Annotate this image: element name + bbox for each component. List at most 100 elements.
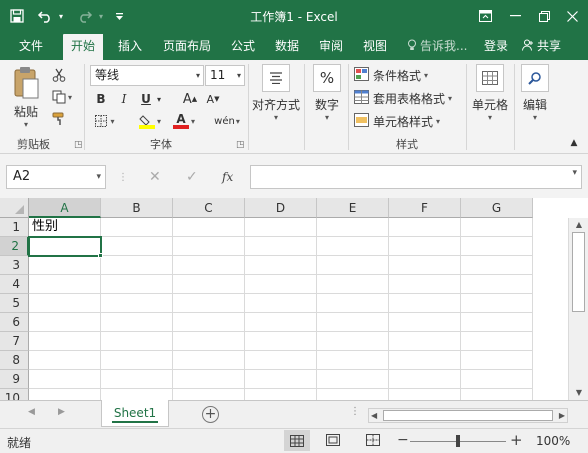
cell-d9[interactable] <box>245 370 317 389</box>
cell-a10[interactable] <box>29 389 101 400</box>
cell-f6[interactable] <box>389 313 461 332</box>
fill-handle[interactable] <box>98 253 103 258</box>
cell-e10[interactable] <box>317 389 389 400</box>
format-painter-icon[interactable] <box>50 110 68 128</box>
row-header[interactable]: 7 <box>0 332 29 351</box>
tab-data[interactable]: 数据 <box>275 34 299 60</box>
zoom-slider[interactable] <box>410 435 506 447</box>
alignment-button[interactable]: 对齐方式 ▾ <box>252 64 300 122</box>
cell-a7[interactable] <box>29 332 101 351</box>
cell-e2[interactable] <box>317 237 389 256</box>
font-color-button[interactable]: A ▾ <box>170 112 198 130</box>
editing-button[interactable]: 编辑 ▾ <box>518 64 552 122</box>
conditional-formatting-button[interactable]: 条件格式 ▾ <box>354 66 428 84</box>
next-sheet-icon[interactable]: ▶ <box>58 407 65 417</box>
tab-formulas[interactable]: 公式 <box>231 34 255 60</box>
customize-quick-access-icon[interactable] <box>113 6 125 26</box>
restore-icon[interactable] <box>535 6 553 26</box>
cell-c9[interactable] <box>173 370 245 389</box>
zoom-level[interactable]: 100% <box>536 434 570 448</box>
cell-b2[interactable] <box>101 237 173 256</box>
row-header[interactable]: 5 <box>0 294 29 313</box>
cell-g10[interactable] <box>461 389 533 400</box>
cell-c3[interactable] <box>173 256 245 275</box>
cell-b3[interactable] <box>101 256 173 275</box>
cell-b10[interactable] <box>101 389 173 400</box>
cell-c1[interactable] <box>173 218 245 237</box>
bold-button[interactable]: B <box>92 90 110 108</box>
cell-b8[interactable] <box>101 351 173 370</box>
borders-button[interactable]: ▾ <box>92 112 118 130</box>
cell-e1[interactable] <box>317 218 389 237</box>
row-header[interactable]: 1 <box>0 218 29 237</box>
collapse-ribbon-icon[interactable]: ▲ <box>566 136 582 150</box>
paste-button[interactable]: 粘贴 ▾ <box>8 64 44 129</box>
tab-page-layout[interactable]: 页面布局 <box>163 34 211 60</box>
column-header[interactable]: G <box>461 198 533 218</box>
cell-f7[interactable] <box>389 332 461 351</box>
tab-view[interactable]: 视图 <box>363 34 387 60</box>
formula-input[interactable]: ▾ <box>250 165 582 189</box>
cell-c6[interactable] <box>173 313 245 332</box>
underline-dropdown-icon[interactable]: ▾ <box>154 90 164 108</box>
cell-g3[interactable] <box>461 256 533 275</box>
cell-a9[interactable] <box>29 370 101 389</box>
cell-d2[interactable] <box>245 237 317 256</box>
cell-b7[interactable] <box>101 332 173 351</box>
clipboard-launcher-icon[interactable]: ◳ <box>74 140 83 150</box>
cell-e9[interactable] <box>317 370 389 389</box>
tab-home[interactable]: 开始 <box>63 34 104 60</box>
previous-sheet-icon[interactable]: ◀ <box>28 407 35 417</box>
cell-b4[interactable] <box>101 275 173 294</box>
cell-f1[interactable] <box>389 218 461 237</box>
cell-g2[interactable] <box>461 237 533 256</box>
column-header[interactable]: C <box>173 198 245 218</box>
undo-icon[interactable] <box>34 6 56 26</box>
save-icon[interactable] <box>8 6 26 26</box>
select-all-corner[interactable] <box>0 198 29 218</box>
number-button[interactable]: % 数字 ▾ <box>308 64 346 122</box>
name-box[interactable]: A2 ▾ <box>6 165 106 189</box>
zoom-slider-thumb[interactable] <box>456 435 460 447</box>
cell-g5[interactable] <box>461 294 533 313</box>
fill-color-button[interactable]: ▾ <box>136 112 164 130</box>
cell-c5[interactable] <box>173 294 245 313</box>
cell-d8[interactable] <box>245 351 317 370</box>
cell-b1[interactable] <box>101 218 173 237</box>
font-launcher-icon[interactable]: ◳ <box>236 140 245 150</box>
shrink-font-button[interactable]: A ▼ <box>204 90 222 108</box>
row-header[interactable]: 2 <box>0 237 29 256</box>
row-header[interactable]: 8 <box>0 351 29 370</box>
cell-e4[interactable] <box>317 275 389 294</box>
scroll-left-icon[interactable]: ◀ <box>371 409 377 422</box>
cell-e3[interactable] <box>317 256 389 275</box>
page-layout-view-icon[interactable] <box>326 434 340 449</box>
add-sheet-icon[interactable]: + <box>202 406 219 423</box>
horizontal-scroll-thumb[interactable] <box>383 410 553 421</box>
sheet-tab-sheet1[interactable]: Sheet1 <box>101 400 169 427</box>
cell-g4[interactable] <box>461 275 533 294</box>
login-link[interactable]: 登录 <box>484 34 508 60</box>
cell-f2[interactable] <box>389 237 461 256</box>
cell-d6[interactable] <box>245 313 317 332</box>
cell-d1[interactable] <box>245 218 317 237</box>
scroll-up-icon[interactable]: ▲ <box>569 218 588 232</box>
cell-b6[interactable] <box>101 313 173 332</box>
column-header[interactable]: D <box>245 198 317 218</box>
redo-dropdown-icon[interactable]: ▾ <box>96 6 106 26</box>
font-name-combo[interactable]: 等线 ▾ <box>90 65 204 86</box>
cell-d10[interactable] <box>245 389 317 400</box>
cell-e6[interactable] <box>317 313 389 332</box>
share-button[interactable]: 共享 <box>522 34 561 60</box>
redo-icon[interactable] <box>74 6 96 26</box>
phonetic-guide-button[interactable]: wén ▾ <box>212 110 242 132</box>
cell-d7[interactable] <box>245 332 317 351</box>
cell-f9[interactable] <box>389 370 461 389</box>
horizontal-scrollbar[interactable]: ◀ ▶ <box>368 408 568 423</box>
close-icon[interactable] <box>563 6 581 26</box>
cell-f5[interactable] <box>389 294 461 313</box>
cell-d5[interactable] <box>245 294 317 313</box>
zoom-out-icon[interactable]: − <box>397 432 409 448</box>
cell-a8[interactable] <box>29 351 101 370</box>
tab-review[interactable]: 审阅 <box>319 34 343 60</box>
